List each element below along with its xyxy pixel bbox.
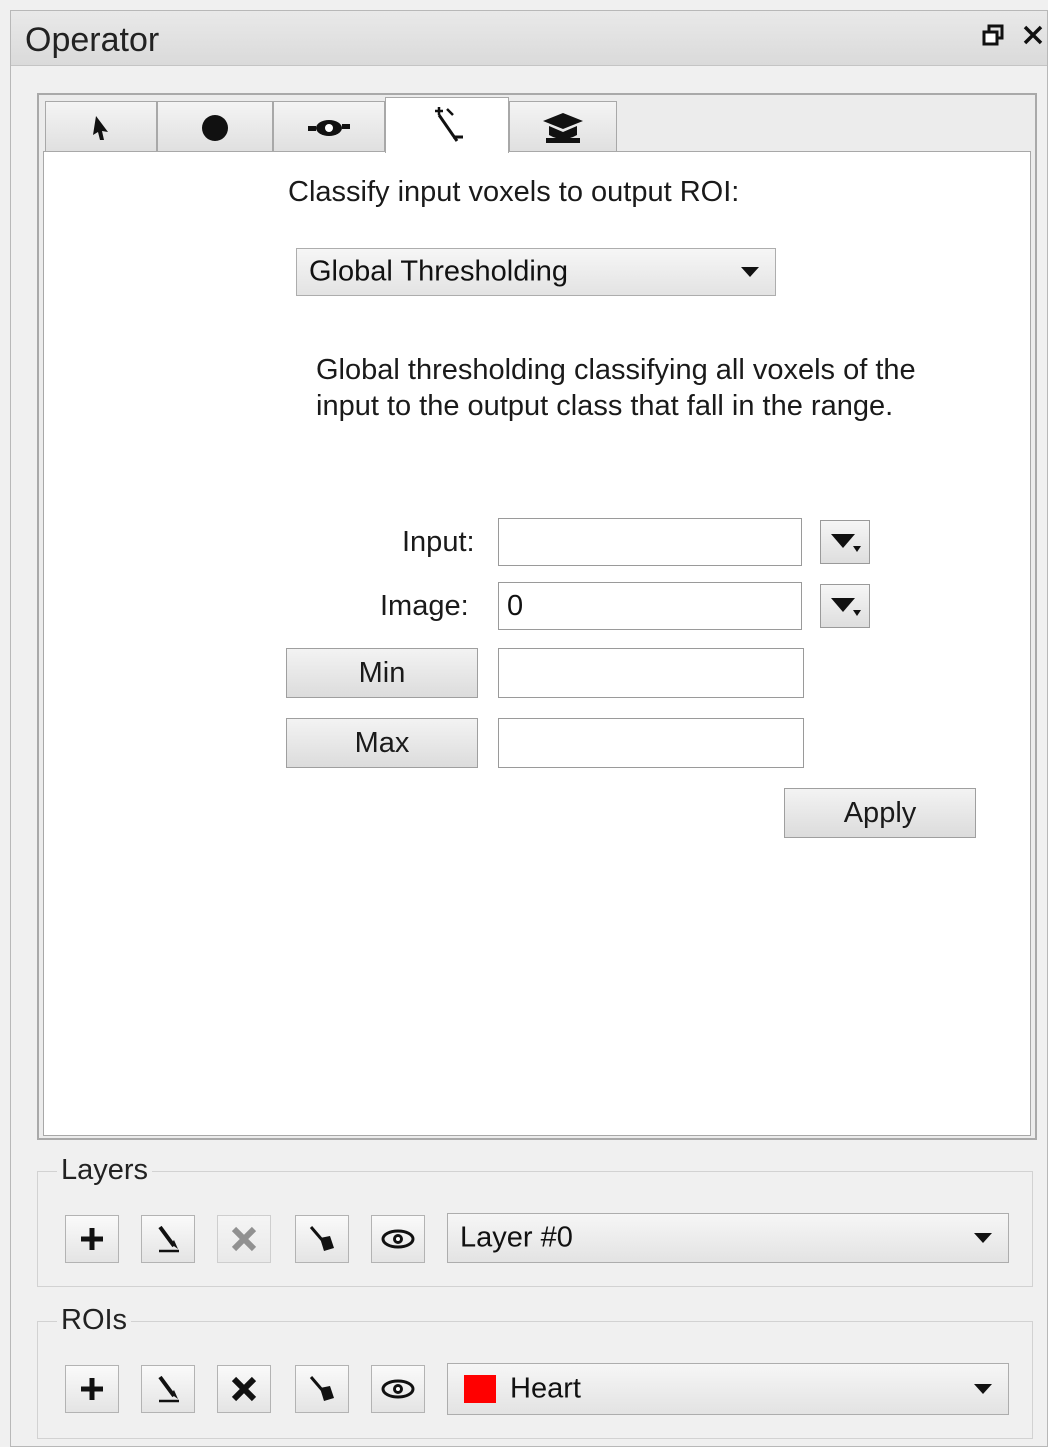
close-icon[interactable]	[1021, 23, 1045, 53]
input-dropdown-button[interactable]	[820, 520, 870, 564]
filled-circle-icon	[202, 114, 228, 141]
eye-tool-icon	[308, 119, 350, 136]
image-label: Image:	[380, 590, 469, 622]
dropdown-arrow-icon	[831, 534, 861, 552]
max-button[interactable]: Max	[286, 718, 478, 768]
brush-icon	[309, 1226, 334, 1251]
method-dropdown[interactable]: Global Thresholding	[296, 248, 776, 296]
image-field[interactable]: 0	[498, 582, 802, 630]
tab-learn[interactable]	[509, 101, 617, 153]
method-description: Global thresholding classifying all voxe…	[316, 354, 916, 422]
layers-title: Layers	[57, 1154, 153, 1187]
rois-title: ROIs	[57, 1304, 132, 1337]
edit-roi-button[interactable]	[141, 1365, 195, 1413]
tab-view[interactable]	[273, 101, 385, 153]
add-icon	[81, 1378, 103, 1400]
min-field[interactable]	[498, 648, 804, 698]
add-icon	[81, 1228, 103, 1250]
input-label: Input:	[402, 526, 475, 558]
roi-select[interactable]: Heart	[447, 1363, 1009, 1415]
delete-icon	[231, 1376, 257, 1402]
tab-classify[interactable]	[385, 97, 509, 153]
eye-icon	[381, 1229, 415, 1249]
layer-select[interactable]: Layer #0	[447, 1213, 1009, 1263]
method-selected-value: Global Thresholding	[309, 255, 569, 288]
tab-paint[interactable]	[157, 101, 273, 153]
image-dropdown-button[interactable]	[820, 584, 870, 628]
add-roi-button[interactable]	[65, 1365, 119, 1413]
layer-select-value: Layer #0	[460, 1221, 573, 1254]
delete-layer-button[interactable]	[217, 1215, 271, 1263]
edit-layer-button[interactable]	[141, 1215, 195, 1263]
chevron-down-icon	[741, 267, 759, 277]
dropdown-arrow-icon	[831, 598, 861, 616]
tab-select[interactable]	[45, 101, 157, 153]
brush-roi-button[interactable]	[295, 1365, 349, 1413]
pointer-arrow-icon	[93, 115, 108, 140]
edit-pencil-icon	[158, 1225, 179, 1253]
operator-panel: Operator Classify input voxels to output…	[10, 10, 1048, 1447]
chevron-down-icon	[974, 1384, 992, 1394]
title-bar[interactable]: Operator	[11, 11, 1047, 66]
roi-color-swatch	[464, 1375, 496, 1403]
edit-pencil-icon	[158, 1375, 179, 1403]
classify-heading: Classify input voxels to output ROI:	[288, 176, 740, 208]
classify-page: Classify input voxels to output ROI: Glo…	[43, 151, 1031, 1136]
brush-icon	[309, 1376, 334, 1401]
min-button[interactable]: Min	[286, 648, 478, 698]
roi-visibility-button[interactable]	[371, 1365, 425, 1413]
tool-tabs: Classify input voxels to output ROI: Glo…	[37, 93, 1037, 1140]
roi-select-value: Heart	[510, 1372, 581, 1405]
eye-icon	[381, 1379, 415, 1399]
magic-wand-icon	[435, 106, 463, 142]
panel-title: Operator	[25, 21, 160, 59]
input-field[interactable]	[498, 518, 802, 566]
delete-roi-button[interactable]	[217, 1365, 271, 1413]
add-layer-button[interactable]	[65, 1215, 119, 1263]
max-field[interactable]	[498, 718, 804, 768]
graduation-cap-icon	[543, 112, 583, 143]
brush-layer-button[interactable]	[295, 1215, 349, 1263]
chevron-down-icon	[974, 1233, 992, 1243]
apply-button[interactable]: Apply	[784, 788, 976, 838]
restore-window-icon[interactable]	[981, 23, 1005, 53]
delete-icon	[231, 1226, 257, 1252]
layer-visibility-button[interactable]	[371, 1215, 425, 1263]
